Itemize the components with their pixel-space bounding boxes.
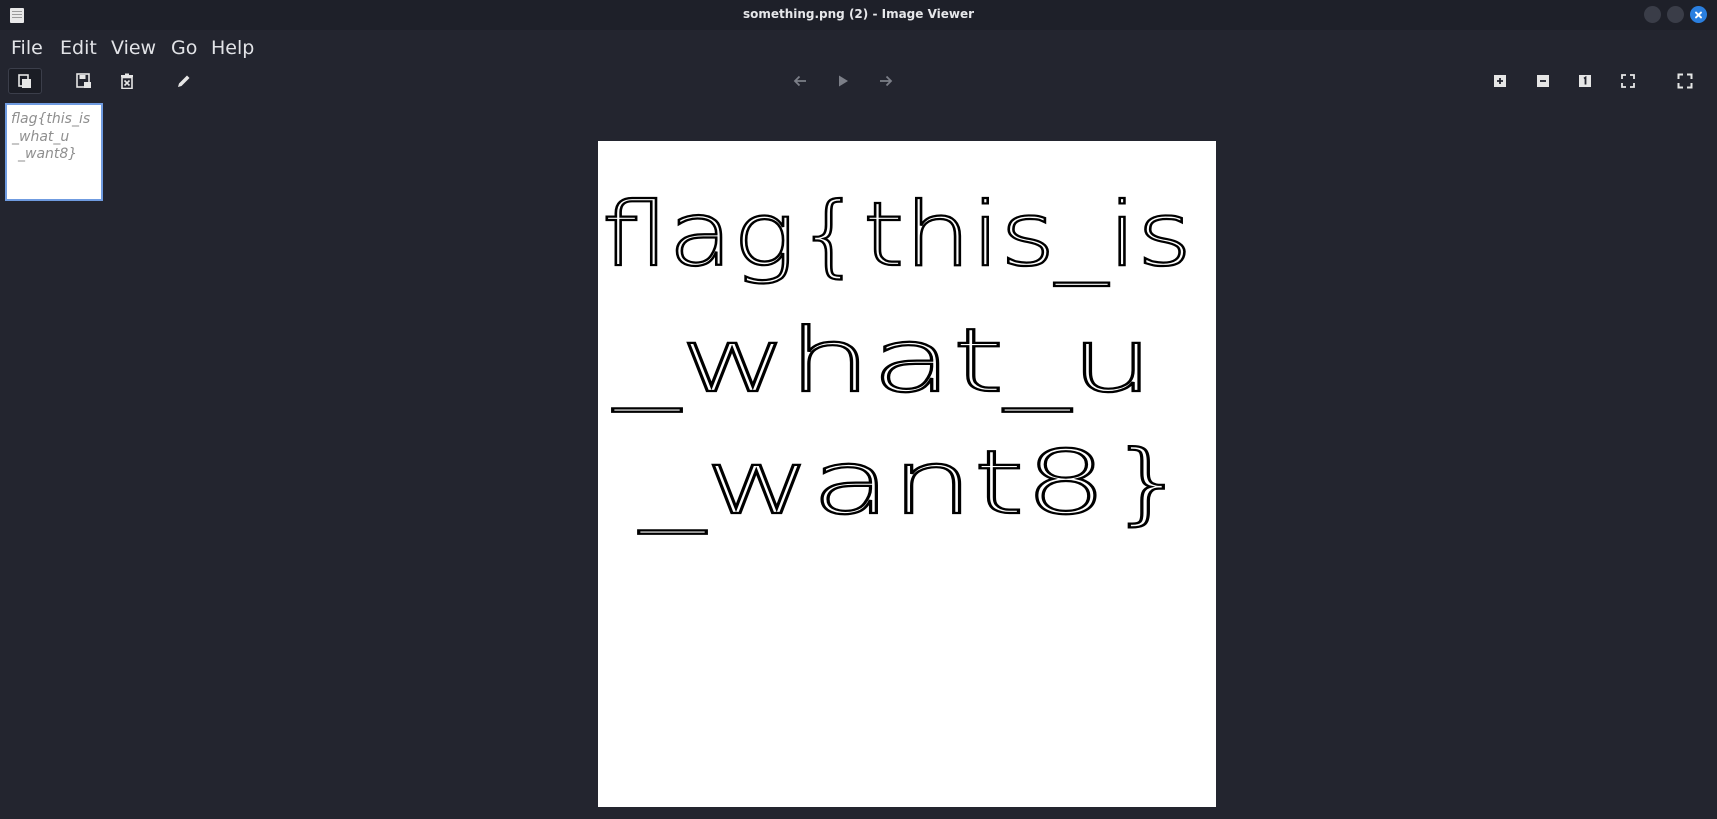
thumbnail-image: flag{this_is _what_u _want8}: [11, 111, 90, 162]
window-title: something.png (2) - Image Viewer: [742, 7, 975, 21]
toolbar: [0, 65, 1717, 99]
save-icon: [76, 73, 91, 88]
fullscreen-button[interactable]: [1672, 68, 1698, 94]
menu-edit[interactable]: Edit: [60, 37, 97, 59]
next-icon: [880, 75, 893, 87]
zoom-100-button[interactable]: [1572, 68, 1598, 94]
menu-view[interactable]: View: [111, 37, 156, 59]
title-bar: something.png (2) - Image Viewer: [0, 0, 1717, 30]
delete-button[interactable]: [114, 68, 140, 94]
maximize-button[interactable]: [1667, 6, 1684, 23]
edit-button[interactable]: [171, 68, 197, 94]
zoom-100-icon: [1579, 75, 1591, 87]
thumbnail-line-3: _want8}: [17, 146, 77, 162]
displayed-image: flag{this_is _what_u _want8}: [601, 182, 1193, 535]
delete-icon: [121, 73, 133, 89]
zoom-in-icon: [1494, 75, 1506, 87]
thumbnail-line-1: flag{this_is: [11, 111, 90, 127]
play-icon: [839, 75, 848, 87]
menu-go[interactable]: Go: [171, 37, 197, 59]
zoom-in-button[interactable]: [1487, 68, 1513, 94]
previous-icon: [793, 75, 806, 87]
previous-button[interactable]: [787, 68, 813, 94]
open-icon: [18, 74, 31, 88]
thumbnail-line-2: _what_u: [11, 129, 69, 145]
fullscreen-icon: [1677, 73, 1693, 89]
close-button[interactable]: [1690, 6, 1707, 23]
save-button[interactable]: [71, 68, 97, 94]
menu-bar: File Edit View Go Help: [0, 30, 1717, 65]
zoom-out-icon: [1537, 75, 1549, 87]
edit-icon: [178, 75, 190, 87]
zoom-out-button[interactable]: [1530, 68, 1556, 94]
minimize-button[interactable]: [1644, 6, 1661, 23]
thumbnail-item[interactable]: flag{this_is _what_u _want8}: [5, 103, 103, 201]
open-button[interactable]: [8, 68, 42, 94]
image-text-line-3: _want8}: [639, 431, 1190, 534]
image-text-line-1: flag{this_is: [602, 183, 1192, 286]
zoom-fit-icon: [1621, 74, 1635, 88]
play-button[interactable]: [830, 68, 856, 94]
next-button[interactable]: [873, 68, 899, 94]
menu-help[interactable]: Help: [211, 37, 254, 59]
image-canvas: flag{this_is _what_u _want8}: [598, 141, 1216, 807]
menu-file[interactable]: File: [11, 37, 43, 59]
zoom-fit-button[interactable]: [1615, 68, 1641, 94]
image-text-line-2: _what_u: [612, 309, 1154, 412]
